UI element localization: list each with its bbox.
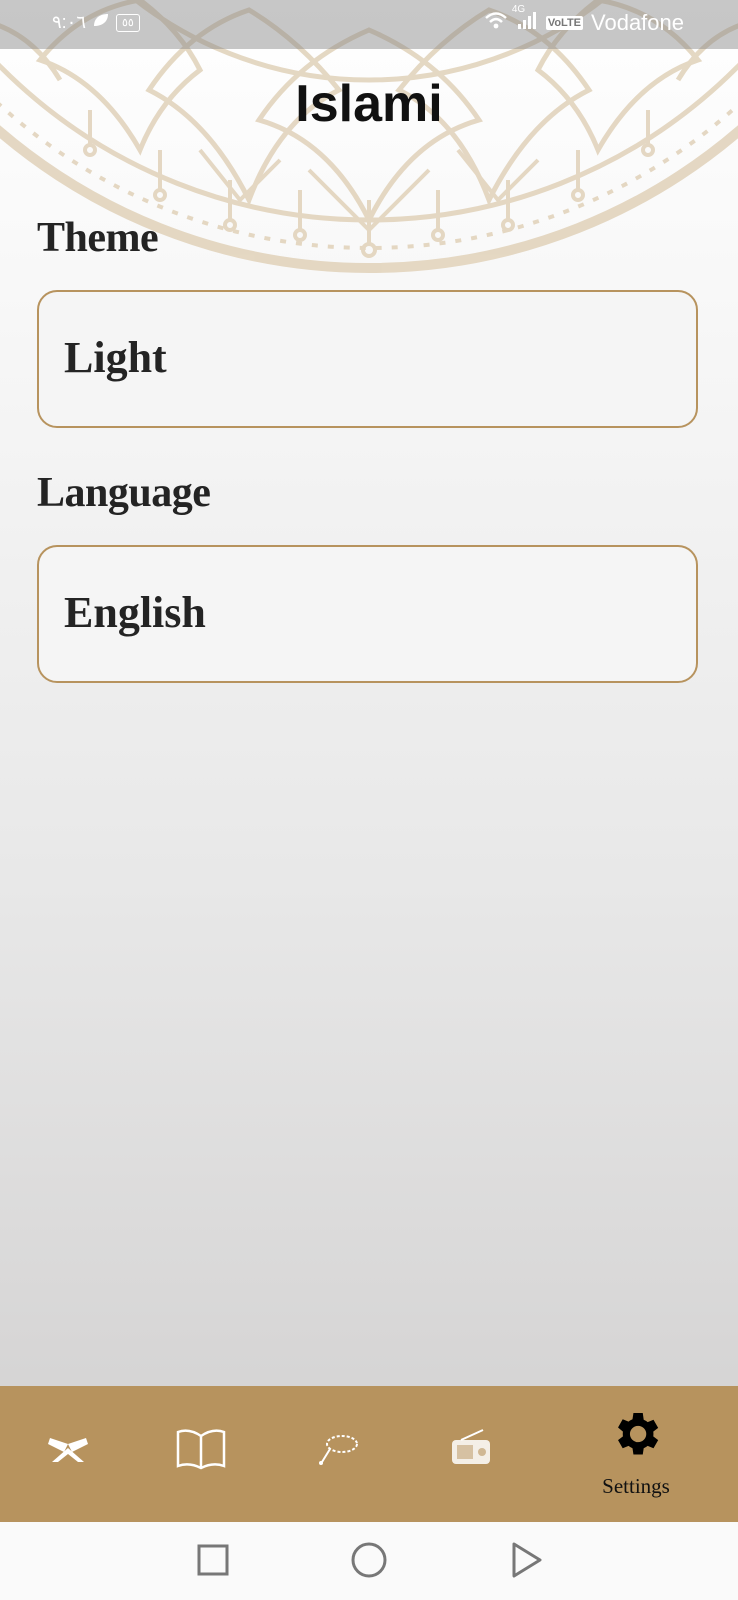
nav-item-settings[interactable]: Settings (576, 1386, 696, 1522)
status-time: ٩:٠٦ (52, 12, 87, 32)
bottom-navigation: Settings (0, 1386, 738, 1522)
battery-icon: ٥٥ (116, 13, 140, 32)
app-title: Islami (295, 75, 443, 133)
status-left: ٩:٠٦ ٥٥ (52, 12, 140, 33)
status-bar: ٩:٠٦ ٥٥ 4G VoLTE Vodafone (0, 0, 738, 49)
network-type: 4G (511, 4, 526, 15)
nav-item-radio[interactable] (411, 1386, 531, 1522)
recents-square-icon[interactable] (193, 1540, 233, 1580)
theme-label: Theme (37, 215, 159, 261)
nav-item-quran[interactable] (8, 1386, 128, 1522)
volte-badge: VoLTE (545, 16, 584, 30)
back-triangle-icon[interactable] (506, 1540, 546, 1580)
theme-value: Light (64, 333, 167, 382)
signal-icon: 4G (512, 4, 538, 36)
nav-item-hadith[interactable] (141, 1386, 261, 1522)
wifi-icon (484, 10, 508, 36)
status-right: 4G VoLTE Vodafone (484, 4, 684, 36)
carrier-name: Vodafone (591, 10, 684, 35)
language-label: Language (37, 470, 211, 516)
language-value: English (64, 588, 206, 637)
theme-selector[interactable]: Light (37, 290, 698, 428)
language-selector[interactable]: English (37, 545, 698, 683)
nav-label-settings: Settings (602, 1474, 670, 1498)
leaf-icon (92, 12, 110, 33)
system-navigation-bar (0, 1522, 738, 1600)
home-circle-icon[interactable] (349, 1540, 389, 1580)
nav-item-sebha[interactable] (278, 1386, 398, 1522)
